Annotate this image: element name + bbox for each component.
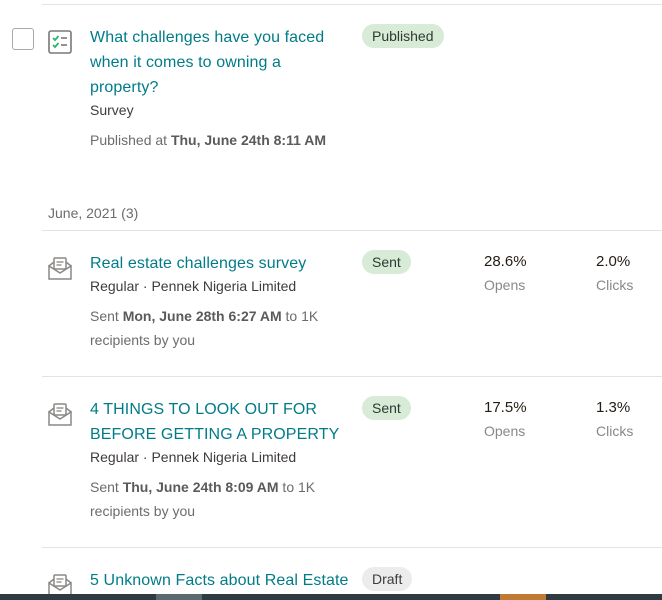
row-divider: [42, 230, 662, 231]
opens-rate: 28.6%: [484, 253, 527, 270]
campaign-title-link[interactable]: 4 THINGS TO LOOK OUT FOR BEFORE GETTING …: [90, 397, 345, 447]
clicks-label: Clicks: [596, 423, 634, 439]
taskbar-strip: [0, 594, 662, 600]
clicks-rate: 2.0%: [596, 253, 631, 270]
select-checkbox[interactable]: [12, 28, 34, 50]
campaign-sent-info: Sent Thu, June 24th 8:09 AM to 1K recipie…: [90, 479, 316, 519]
campaign-title-link[interactable]: 5 Unknown Facts about Real Estate: [90, 568, 349, 593]
campaign-type-audience: Regular · Pennek Nigeria Limited: [90, 449, 297, 465]
status-badge-sent: Sent: [362, 250, 411, 274]
taskbar-item[interactable]: [500, 594, 546, 600]
campaign-sent-info: Sent Mon, June 28th 6:27 AM to 1K recipie…: [90, 308, 319, 348]
email-envelope-icon: [48, 403, 72, 426]
email-envelope-icon: [48, 257, 72, 280]
clicks-rate: 1.3%: [596, 399, 631, 416]
campaign-type-audience: Regular · Pennek Nigeria Limited: [90, 278, 297, 294]
survey-published-info: Published at Thu, June 24th 8:11 AM: [90, 132, 327, 148]
survey-checklist-icon: [48, 30, 72, 54]
taskbar-item[interactable]: [156, 594, 202, 600]
status-badge-sent: Sent: [362, 396, 411, 420]
campaign-title-link[interactable]: Real estate challenges survey: [90, 251, 306, 276]
row-divider: [42, 547, 662, 548]
opens-label: Opens: [484, 423, 526, 439]
opens-label: Opens: [484, 277, 526, 293]
top-divider: [42, 4, 662, 5]
opens-rate: 17.5%: [484, 399, 527, 416]
status-badge-draft: Draft: [362, 567, 413, 591]
clicks-label: Clicks: [596, 277, 634, 293]
status-badge-published: Published: [362, 24, 444, 48]
survey-title-link[interactable]: What challenges have you faced when it c…: [90, 25, 352, 100]
row-divider: [42, 376, 662, 377]
group-header: June, 2021 (3): [48, 205, 139, 221]
survey-type: Survey: [90, 102, 134, 118]
